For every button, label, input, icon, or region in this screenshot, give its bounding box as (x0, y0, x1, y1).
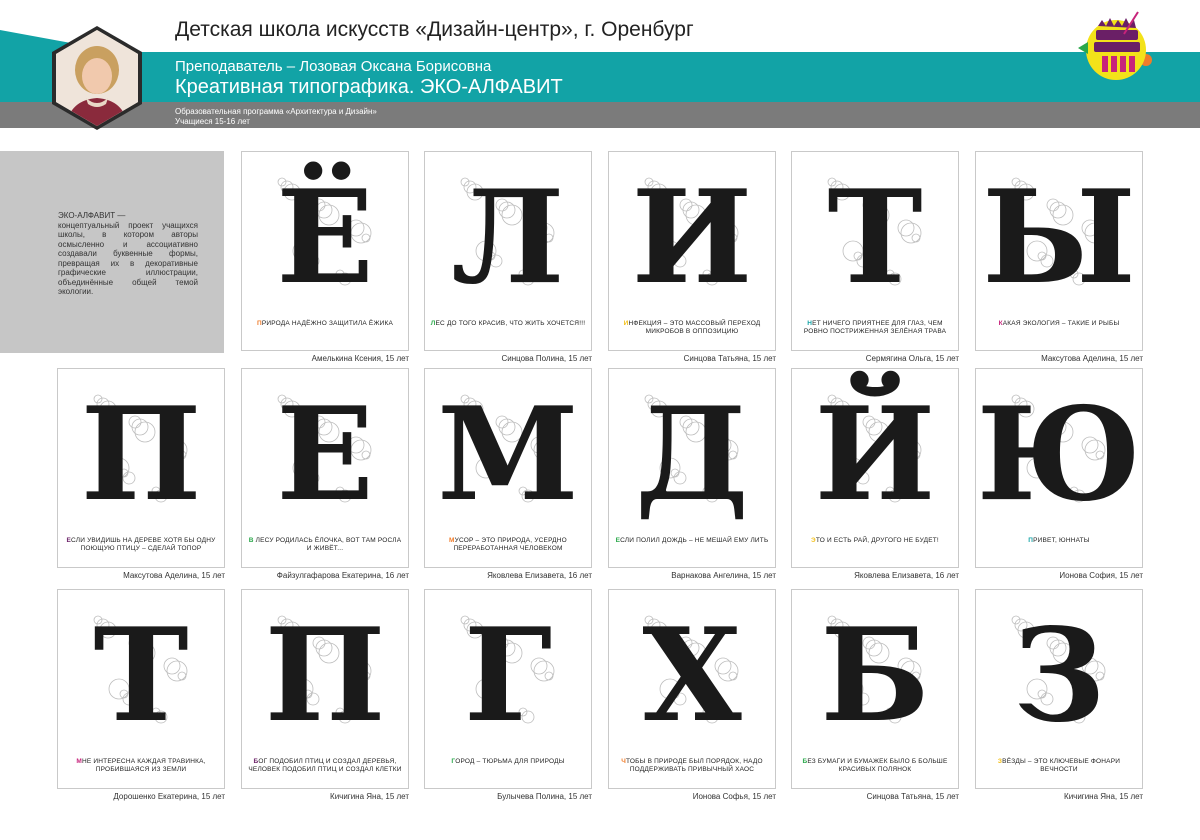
artwork-caption: Звёзды – это ключевые фонари вечности (997, 758, 1121, 773)
artwork-author: Кичигина Яна, 15 лет (330, 792, 409, 801)
letter-glyph: Ы (982, 163, 1136, 312)
letter-glyph: Т (93, 601, 188, 750)
artwork-author: Синцова Татьяна, 15 лет (683, 354, 776, 363)
artwork-card: М Мусор – это природа, усердно переработа… (424, 368, 592, 568)
artwork-author: Яковлева Елизавета, 16 лет (487, 571, 592, 580)
artwork-caption: Природа надёжно защитила Ёжика (256, 320, 394, 327)
letter-illustration: П (265, 601, 386, 750)
artwork-card: П Если увидишь на дереве хотя бы одну пою… (57, 368, 225, 568)
letter-illustration: Г (460, 601, 555, 750)
artwork-caption: Если увидишь на дереве хотя бы одну поющ… (66, 537, 216, 552)
artwork-card: Г Город – тюрьма для природы (424, 589, 592, 789)
page-title: Детская школа искусств «Дизайн-центр», г… (175, 18, 694, 41)
artwork-caption: Мне интересна каждая травинка, пробившая… (76, 758, 206, 773)
artwork-caption: Лес до того красив, что жить хочется!!! (430, 320, 586, 327)
artwork-author: Синцова Полина, 15 лет (501, 354, 592, 363)
artwork-card: П Бог подобил птиц и создал деревья, чело… (241, 589, 409, 789)
letter-illustration: Д (635, 380, 749, 529)
artwork-caption: Привет, Юннаты (1028, 537, 1090, 544)
artwork-author: Яковлева Елизавета, 16 лет (854, 571, 959, 580)
artwork-author: Ионова София, 15 лет (1059, 571, 1143, 580)
artwork-author: Ионова Софья, 15 лет (692, 792, 776, 801)
letter-illustration: М (437, 380, 579, 529)
artwork-caption: Нет ничего приятнее для глаз, чем ровно … (803, 320, 947, 335)
artwork-caption: Город – тюрьма для природы (451, 758, 565, 765)
artwork-caption: Какая экология – такие и рыбы (998, 320, 1120, 327)
artwork-caption: Чтобы в природе был порядок, надо поддер… (621, 758, 763, 773)
artwork-card: Л Лес до того красив, что жить хочется!!! (424, 151, 592, 351)
letter-illustration: И (632, 163, 753, 312)
artwork-card: Ы Какая экология – такие и рыбы (975, 151, 1143, 351)
artwork-card: Й Это и есть рай, другого не будет! (791, 368, 959, 568)
letter-illustration: Е (276, 380, 374, 529)
letter-illustration: Ё (276, 162, 374, 312)
artwork-author: Сермягина Ольга, 15 лет (865, 354, 959, 363)
letter-glyph: М (437, 380, 579, 529)
letter-illustration: З (1011, 601, 1106, 750)
letter-glyph: Д (635, 380, 749, 529)
intro-heading: ЭКО-АЛФАВИТ — (58, 211, 126, 220)
artwork-caption: Бог подобил птиц и создал деревья, челов… (248, 758, 402, 773)
intro-text: ЭКО-АЛФАВИТ — концептуальный проект учащ… (58, 211, 198, 297)
teacher-name: Преподаватель – Лозовая Оксана Борисовна (175, 58, 492, 75)
letter-glyph: З (1013, 601, 1105, 750)
artwork-author: Максутова Аделина, 15 лет (1041, 354, 1143, 363)
artwork-card: И Инфекция – это массовый переход микробо… (608, 151, 776, 351)
artwork-card: Т Мне интересна каждая травинка, пробивша… (57, 589, 225, 789)
letter-glyph: Й (815, 371, 936, 529)
artwork-card: Ю Привет, Юннаты (975, 368, 1143, 568)
letter-illustration: Т (93, 601, 188, 750)
letter-illustration: Б (820, 601, 929, 750)
letter-illustration: Ы (982, 163, 1136, 312)
program-info: Образовательная программа «Архитектура и… (175, 107, 377, 127)
letter-illustration: Т (827, 163, 922, 312)
artwork-card: Х Чтобы в природе был порядок, надо подде… (608, 589, 776, 789)
program-line: Образовательная программа «Архитектура и… (175, 107, 377, 116)
artwork-caption: Это и есть рай, другого не будет! (811, 537, 939, 544)
artwork-caption: Инфекция – это массовый переход микробов… (623, 320, 761, 335)
artwork-author: Булычева Полина, 15 лет (497, 792, 592, 801)
artwork-author: Синцова Татьяна, 15 лет (866, 792, 959, 801)
letter-glyph: И (632, 163, 753, 312)
letter-glyph: П (265, 601, 386, 750)
artwork-card: Т Нет ничего приятнее для глаз, чем ровно… (791, 151, 959, 351)
intro-box: ЭКО-АЛФАВИТ — концептуальный проект учащ… (0, 151, 224, 353)
artwork-author: Амелькина Ксения, 15 лет (311, 354, 409, 363)
letter-illustration: Х (642, 601, 742, 750)
artwork-author: Кичигина Яна, 15 лет (1064, 792, 1143, 801)
letter-illustration: Й (815, 371, 936, 529)
artwork-caption: В лесу родилась ёлочка, вот там росла и … (248, 537, 402, 552)
age-line: Учащиеся 15-16 лет (175, 117, 250, 126)
letter-illustration: Л (451, 163, 564, 312)
course-title: Креативная типографика. ЭКО-АЛФАВИТ (175, 76, 563, 98)
letter-illustration: П (81, 380, 202, 529)
letter-illustration: Ю (977, 380, 1142, 529)
school-logo (1078, 8, 1158, 83)
letter-glyph: П (81, 380, 202, 529)
letter-glyph: Л (451, 163, 564, 312)
artwork-caption: Если полил дождь – не мешай ему лить (615, 537, 769, 544)
artwork-card: Б Без бумаги и бумажек было б больше крас… (791, 589, 959, 789)
artwork-author: Дорошенко Екатерина, 15 лет (113, 792, 225, 801)
artwork-author: Максутова Аделина, 15 лет (123, 571, 225, 580)
letter-glyph: Г (464, 601, 552, 750)
intro-body: концептуальный проект учащихся школы, в … (58, 220, 198, 297)
avatar-photo (56, 30, 138, 126)
artwork-caption: Без бумаги и бумажек было б больше краси… (802, 758, 948, 773)
artwork-author: Варнакова Ангелина, 15 лет (671, 571, 776, 580)
artwork-author: Файзулгафарова Екатерина, 16 лет (276, 571, 409, 580)
letter-glyph: Ю (977, 380, 1142, 529)
artwork-card: Д Если полил дождь – не мешай ему лить (608, 368, 776, 568)
letter-glyph: Ё (276, 162, 374, 312)
letter-glyph: Т (827, 163, 922, 312)
letter-glyph: Е (276, 380, 374, 529)
letter-glyph: Х (642, 601, 742, 750)
artwork-card: Ё Природа надёжно защитила Ёжика (241, 151, 409, 351)
artwork-caption: Мусор – это природа, усердно переработан… (449, 537, 567, 552)
artwork-card: З Звёзды – это ключевые фонари вечности (975, 589, 1143, 789)
letter-glyph: Б (820, 601, 929, 750)
artwork-card: Е В лесу родилась ёлочка, вот там росла и… (241, 368, 409, 568)
